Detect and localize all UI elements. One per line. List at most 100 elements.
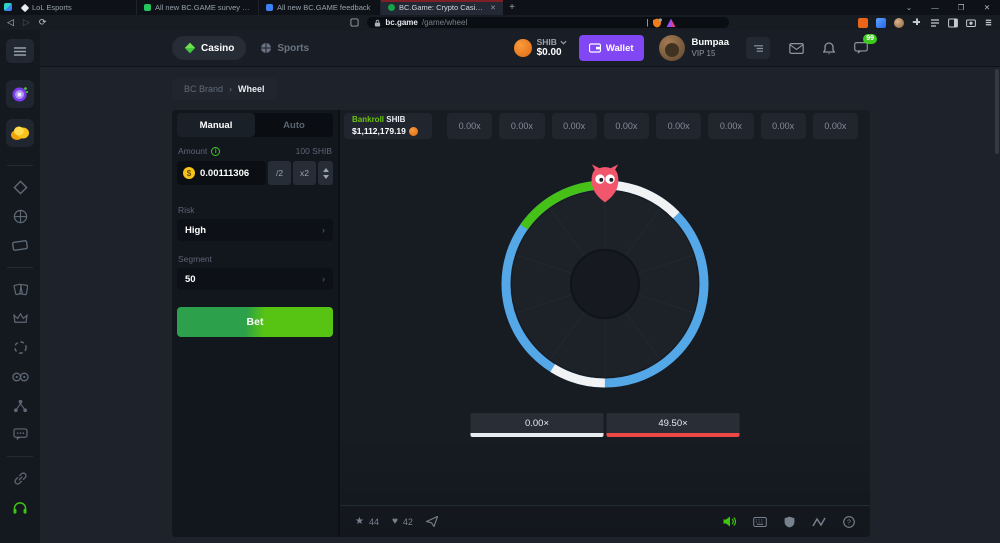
stepper-down-icon[interactable] (323, 175, 329, 179)
leaderboard-icon (753, 44, 764, 53)
close-button[interactable]: ✕ (974, 0, 1000, 15)
result-high[interactable]: 49.50× (607, 413, 740, 437)
sidebar-item-club[interactable] (1, 362, 39, 391)
speaker-icon (723, 516, 736, 527)
scrollbar-thumb[interactable] (995, 69, 999, 154)
keyboard-icon (753, 517, 767, 527)
inbox-button[interactable] (789, 43, 804, 54)
wheel-marker-owl (590, 164, 621, 205)
sidebar-item-support[interactable] (1, 493, 39, 522)
sidebar-item-forum[interactable] (1, 420, 39, 449)
notifications-button[interactable] (823, 42, 835, 55)
screenshot-icon[interactable] (966, 18, 976, 28)
sidebar-item-cards[interactable] (1, 275, 39, 304)
nav-casino[interactable]: Casino (172, 36, 246, 60)
blue-extension-icon[interactable] (876, 18, 886, 28)
share-button[interactable] (426, 516, 438, 527)
sidebar-item-casino[interactable] (1, 173, 39, 202)
help-button[interactable]: ? (843, 516, 855, 528)
sidebar-item-crown[interactable] (1, 304, 39, 333)
multiplier-history-slot[interactable]: 0.00x (708, 113, 753, 139)
browser-tab-bcgame-active[interactable]: BC.Game: Crypto Casino Games & ✕ (381, 0, 503, 15)
multiplier-history-slot[interactable]: 0.00x (499, 113, 544, 139)
bookmark-panel-icon[interactable] (350, 18, 359, 27)
multiplier-history-slot[interactable]: 0.00x (813, 113, 858, 139)
browser-tab-survey[interactable]: All new BC.GAME survey & feedback r (137, 0, 259, 15)
triangle-extension-icon[interactable] (666, 18, 676, 28)
likes-counter[interactable]: ♥ 42 (392, 516, 413, 527)
breadcrumb[interactable]: BC Brand › Wheel (172, 78, 277, 100)
tab-title: LoL Esports (32, 3, 129, 12)
results-history-row: Bankroll SHIB $1,112,179.19 0.00x 0.00x … (344, 113, 858, 139)
sidebar-item-spin[interactable] (1, 333, 39, 362)
result-low-label: 0.00× (471, 413, 604, 433)
new-tab-button[interactable]: + (503, 0, 521, 15)
browser-tab-feedback[interactable]: All new BC.GAME feedback (259, 0, 381, 15)
sidebar-item-coins[interactable] (6, 119, 34, 147)
profile-avatar-icon[interactable] (894, 18, 904, 28)
game-footer-tools: ? (723, 516, 855, 528)
segment-select[interactable]: 50 › (177, 268, 333, 290)
tab-close-icon[interactable]: ✕ (490, 4, 496, 12)
sidebar-item-affiliate[interactable] (1, 391, 39, 420)
leaderboard-button[interactable] (746, 37, 770, 59)
back-button[interactable]: ◁ (7, 18, 14, 27)
reload-button[interactable]: ⟳ (39, 18, 47, 27)
risk-select[interactable]: High › (177, 219, 333, 241)
address-bar[interactable]: bc.game /game/wheel | (367, 17, 729, 28)
sidebar-item-sports[interactable] (1, 202, 39, 231)
orange-extension-icon[interactable] (858, 18, 868, 28)
browser-tab-strip: LoL Esports All new BC.GAME survey & fee… (0, 0, 1000, 15)
puzzle-extensions-icon[interactable] (912, 18, 922, 28)
favorites-counter[interactable]: ★ 44 (355, 516, 379, 527)
info-icon[interactable]: i (211, 147, 220, 156)
sidebar-item-bonus[interactable] (6, 80, 34, 108)
result-low[interactable]: 0.00× (471, 413, 604, 437)
tab-manual[interactable]: Manual (177, 113, 255, 137)
multiplier-history-slot[interactable]: 0.00x (447, 113, 492, 139)
forward-button[interactable]: ▷ (23, 18, 30, 27)
half-bet-button[interactable]: /2 (268, 161, 291, 185)
browser-menu-caret[interactable]: ⌄ (896, 0, 922, 15)
bet-button[interactable]: Bet (177, 307, 333, 337)
chat-unread-badge: 99 (863, 34, 877, 44)
user-name: Bumpaa (692, 37, 729, 49)
maximize-button[interactable]: ❐ (948, 0, 974, 15)
hotkeys-button[interactable] (753, 517, 767, 527)
double-bet-button[interactable]: x2 (293, 161, 316, 185)
sidebar-item-link[interactable] (1, 464, 39, 493)
workspace-icon[interactable] (4, 3, 12, 11)
fairness-button[interactable] (784, 516, 795, 528)
user-vip-level: VIP 15 (692, 49, 729, 59)
amount-stepper[interactable] (318, 161, 333, 185)
game-footer-bar: ★ 44 ♥ 42 (340, 505, 870, 537)
sound-button[interactable] (723, 516, 736, 527)
stats-button[interactable] (812, 517, 826, 527)
tab-auto[interactable]: Auto (255, 113, 333, 137)
multiplier-history-slot[interactable]: 0.00x (604, 113, 649, 139)
multiplier-history-slot[interactable]: 0.00x (552, 113, 597, 139)
currency-selector[interactable]: SHIB $0.00 (514, 37, 567, 59)
multiplier-history-slot[interactable]: 0.00x (656, 113, 701, 139)
user-avatar[interactable] (659, 35, 685, 61)
browser-tab-lol[interactable]: LoL Esports (15, 0, 137, 15)
user-info[interactable]: Bumpaa VIP 15 (692, 37, 729, 59)
browser-menu-icon[interactable] (984, 18, 993, 27)
shield-extension-icon[interactable] (652, 18, 662, 28)
wallet-button[interactable]: Wallet (579, 35, 644, 61)
breadcrumb-section[interactable]: BC Brand (184, 84, 223, 94)
wheel (499, 178, 711, 390)
nav-sports[interactable]: Sports (260, 42, 309, 54)
stepper-up-icon[interactable] (323, 168, 329, 172)
gold-coins-icon (10, 125, 30, 141)
target-dart-icon (11, 85, 29, 103)
multiplier-history-slot[interactable]: 0.00x (761, 113, 806, 139)
chat-button[interactable]: 99 (854, 42, 868, 54)
sidebar-item-bets[interactable] (1, 231, 39, 260)
sidebar-toggle-button[interactable] (6, 39, 34, 63)
minimize-button[interactable]: — (922, 0, 948, 15)
amount-input[interactable]: $ 0.00111306 (177, 161, 266, 185)
side-panel-icon[interactable] (948, 18, 958, 28)
reading-list-icon[interactable] (930, 18, 940, 28)
amount-value: 0.00111306 (200, 168, 249, 179)
